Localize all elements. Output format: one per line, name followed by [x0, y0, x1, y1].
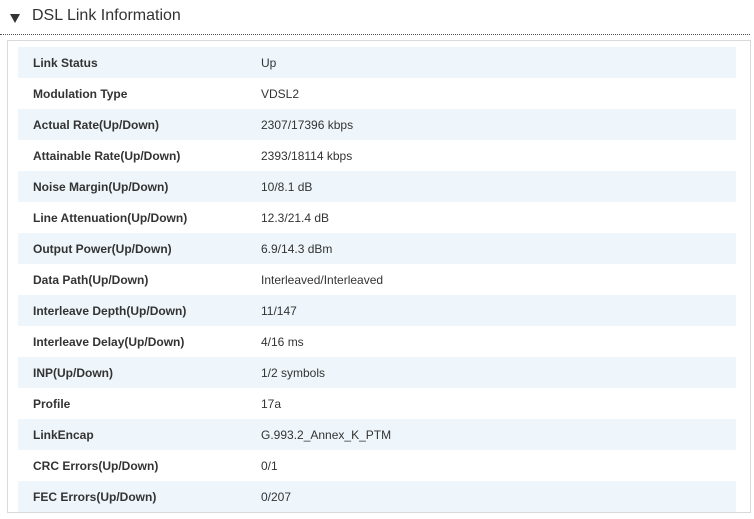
table-row: Interleave Depth(Up/Down) 11/147 — [18, 295, 736, 326]
row-label: Interleave Depth(Up/Down) — [18, 295, 261, 326]
row-label: Link Status — [18, 47, 261, 78]
table-row: Profile 17a — [18, 388, 736, 419]
table-row: Data Path(Up/Down) Interleaved/Interleav… — [18, 264, 736, 295]
table-row: Modulation Type VDSL2 — [18, 78, 736, 109]
row-value: 12.3/21.4 dB — [261, 202, 736, 233]
row-label: CRC Errors(Up/Down) — [18, 450, 261, 481]
table-row: FEC Errors(Up/Down) 0/207 — [18, 481, 736, 512]
row-value: 2393/18114 kbps — [261, 140, 736, 171]
row-value: 1/2 symbols — [261, 357, 736, 388]
row-value: Up — [261, 47, 736, 78]
row-label: LinkEncap — [18, 419, 261, 450]
table-row: LinkEncap G.993.2_Annex_K_PTM — [18, 419, 736, 450]
row-label: Interleave Delay(Up/Down) — [18, 326, 261, 357]
row-value: 0/1 — [261, 450, 736, 481]
section-header: DSL Link Information — [0, 0, 750, 35]
row-value: 0/207 — [261, 481, 736, 512]
dsl-info-panel: Link Status Up Modulation Type VDSL2 Act… — [7, 40, 751, 513]
triangle-down-icon[interactable] — [9, 12, 21, 24]
row-label: Attainable Rate(Up/Down) — [18, 140, 261, 171]
table-row: Link Status Up — [18, 47, 736, 78]
table-row: INP(Up/Down) 1/2 symbols — [18, 357, 736, 388]
row-value: 10/8.1 dB — [261, 171, 736, 202]
table-row: Noise Margin(Up/Down) 10/8.1 dB — [18, 171, 736, 202]
row-value: VDSL2 — [261, 78, 736, 109]
row-label: Data Path(Up/Down) — [18, 264, 261, 295]
dsl-info-table: Link Status Up Modulation Type VDSL2 Act… — [18, 47, 736, 512]
row-value: Interleaved/Interleaved — [261, 264, 736, 295]
row-label: Profile — [18, 388, 261, 419]
row-label: Modulation Type — [18, 78, 261, 109]
table-row: Actual Rate(Up/Down) 2307/17396 kbps — [18, 109, 736, 140]
row-label: INP(Up/Down) — [18, 357, 261, 388]
table-row: Output Power(Up/Down) 6.9/14.3 dBm — [18, 233, 736, 264]
row-value: 6.9/14.3 dBm — [261, 233, 736, 264]
row-label: Noise Margin(Up/Down) — [18, 171, 261, 202]
table-row: Interleave Delay(Up/Down) 4/16 ms — [18, 326, 736, 357]
row-value: 4/16 ms — [261, 326, 736, 357]
table-row: Attainable Rate(Up/Down) 2393/18114 kbps — [18, 140, 736, 171]
row-value: 17a — [261, 388, 736, 419]
section-title: DSL Link Information — [32, 7, 181, 24]
row-label: Actual Rate(Up/Down) — [18, 109, 261, 140]
row-label: Output Power(Up/Down) — [18, 233, 261, 264]
row-value: G.993.2_Annex_K_PTM — [261, 419, 736, 450]
row-label: FEC Errors(Up/Down) — [18, 481, 261, 512]
row-value: 11/147 — [261, 295, 736, 326]
table-row: CRC Errors(Up/Down) 0/1 — [18, 450, 736, 481]
row-value: 2307/17396 kbps — [261, 109, 736, 140]
table-row: Line Attenuation(Up/Down) 12.3/21.4 dB — [18, 202, 736, 233]
row-label: Line Attenuation(Up/Down) — [18, 202, 261, 233]
